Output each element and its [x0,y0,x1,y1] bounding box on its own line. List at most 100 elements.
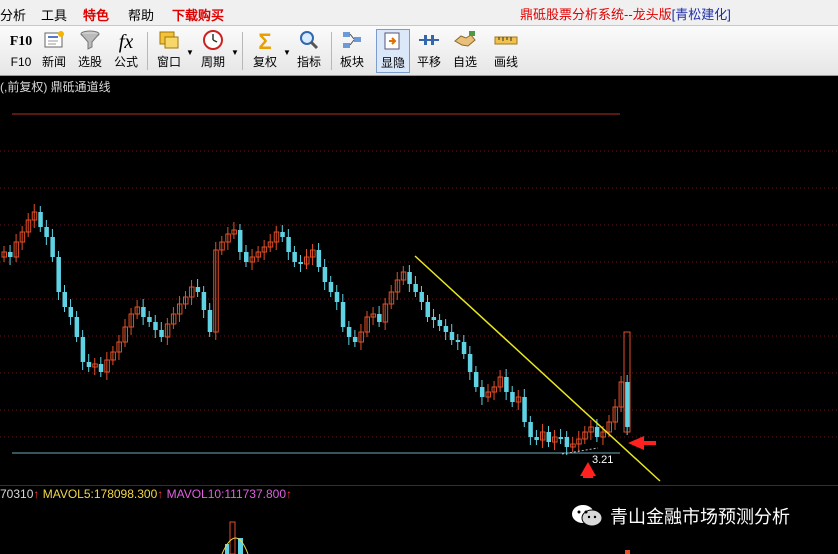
volume-bar [225,544,229,554]
sigma-icon: Σ [258,29,272,54]
candle [207,310,213,332]
candle [334,292,340,302]
handshake-icon [449,29,481,55]
up-arrow-icon: ↑ [286,487,293,501]
menu-features[interactable]: 特色 [83,5,109,24]
clock-icon [196,29,230,55]
period-button[interactable]: 周期 [196,29,230,73]
candle-series [1,204,631,455]
candle [38,212,43,227]
price-annotation: 3.21 [592,454,614,466]
toggle-icon [377,30,409,56]
candle [564,437,570,447]
toggle-button[interactable]: 显隐 [376,29,410,73]
candle [504,377,509,392]
candle [98,364,104,372]
candle [153,322,158,330]
candle [558,437,564,439]
candlestick-chart[interactable] [0,92,838,484]
candle [201,292,207,310]
candle [56,257,61,292]
candle [425,302,430,317]
adjust-button[interactable]: Σ 复权 [248,29,282,73]
chart-canvas[interactable] [0,92,838,484]
up-arrow-icon: ↑ [157,487,164,501]
news-icon [38,29,70,55]
formula-icon: fx [118,31,134,53]
chart-grid [0,113,838,438]
menu-help[interactable]: 帮助 [128,5,154,24]
candle [522,397,527,422]
candle [44,227,49,237]
candle [377,314,382,322]
candle [461,342,467,354]
volume-indicator-header: 70310↑ MAVOL5:178098.300↑ MAVOL10:111737… [0,487,292,501]
watermark: 青山金融市场预测分析 [570,503,790,531]
candle [50,237,55,257]
adjust-dropdown-icon[interactable]: ▼ [283,48,291,57]
candle [80,337,86,362]
formula-button[interactable]: fx 公式 [110,29,142,73]
candle [322,267,328,282]
candle [546,432,551,442]
candle [328,282,334,292]
watch-button[interactable]: 自选 [449,29,481,73]
watermark-text: 青山金融市场预测分析 [610,507,790,527]
candle [286,237,291,252]
ruler-icon [490,29,522,55]
candle [74,317,80,337]
menu-tools[interactable]: 工具 [41,5,67,24]
draw-button[interactable]: 画线 [490,29,522,73]
trend-line [414,255,661,482]
candle [195,287,201,292]
f10-button[interactable]: F10 F10 [6,29,36,73]
menu-analysis[interactable]: 分析 [0,5,26,24]
candle [449,332,455,340]
f10-icon: F10 [9,34,33,49]
window-dropdown-icon[interactable]: ▼ [186,48,194,57]
toolbar-separator [242,32,243,70]
candle [413,284,418,292]
candle [528,422,533,437]
app-title: 鼎砥股票分析系统--龙头版[青松建化] [520,4,731,23]
candle [244,252,249,262]
candle [534,437,539,440]
blocks-icon [335,29,369,55]
candle [419,292,424,302]
window-icon [152,29,186,55]
wechat-icon [570,503,604,529]
volume-value: 70310 [0,487,34,501]
app-name: 鼎砥股票分析系统--龙头版 [520,7,672,22]
panel-divider [0,485,838,486]
period-dropdown-icon[interactable]: ▼ [231,48,239,57]
menu-buy[interactable]: 下载购买 [172,5,224,24]
candle [455,340,461,342]
sector-button[interactable]: 板块 [335,29,369,73]
pan-button[interactable]: 平移 [413,29,445,73]
candle [346,327,352,337]
toolbar: F10 F10 新闻 选股 fx 公式 窗口 ▼ 周期 ▼ Σ 复权 ▼ 指标 … [0,26,838,76]
candle [479,387,485,397]
pan-icon [413,29,445,55]
toolbar-separator [331,32,332,70]
candle [292,252,297,262]
up-arrow-stem [583,475,593,478]
candle [443,326,449,332]
candle [510,392,515,402]
candle [625,382,630,427]
mavol10-value: MAVOL10:111737.800 [166,487,287,501]
candle [62,292,67,307]
candle [280,232,285,237]
news-button[interactable]: 新闻 [38,29,70,73]
candle [141,307,146,317]
indicator-button[interactable]: 指标 [292,29,326,73]
candle [237,230,243,252]
toolbar-separator [147,32,148,70]
screen-button[interactable]: 选股 [74,29,106,73]
window-button[interactable]: 窗口 [152,29,186,73]
mavol5-value: MAVOL5:178098.300 [42,487,158,501]
candle [594,427,600,437]
candle [473,372,479,387]
candle [437,320,443,326]
volume-bar [625,550,630,554]
